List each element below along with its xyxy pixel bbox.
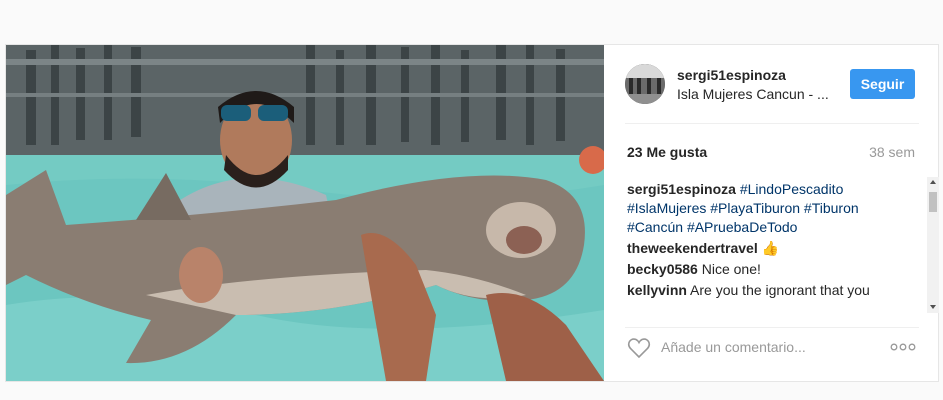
hashtag-link[interactable]: #APruebaDeTodo [687, 219, 798, 235]
scroll-down-arrow-icon[interactable] [930, 305, 936, 309]
comment-text: Are you the ignorant that you [690, 282, 870, 298]
comments-list: sergi51espinoza #LindoPescadito #IslaMuj… [627, 180, 917, 314]
hashtag-link[interactable]: #PlayaTiburon [710, 200, 800, 216]
scroll-thumb[interactable] [929, 192, 937, 212]
add-comment-input[interactable] [661, 339, 861, 355]
comment-username[interactable]: kellyvinn [627, 282, 687, 298]
shark-photo-illustration [6, 45, 604, 381]
comment-item: kellyvinn Are you the ignorant that you [627, 281, 917, 300]
comment-text: 👍 [761, 240, 780, 256]
divider [625, 327, 919, 328]
caption: sergi51espinoza #LindoPescadito #IslaMuj… [627, 180, 917, 237]
caption-username[interactable]: sergi51espinoza [627, 181, 736, 197]
post-age[interactable]: 38 sem [869, 144, 915, 160]
more-options-icon[interactable] [890, 343, 916, 351]
comments-scrollbar[interactable] [927, 177, 939, 313]
avatar-image [625, 64, 665, 104]
heart-icon[interactable] [627, 337, 651, 359]
likes-count[interactable]: 23 Me gusta [627, 144, 707, 160]
scroll-up-arrow-icon[interactable] [930, 180, 936, 184]
post-photo[interactable] [6, 45, 604, 381]
add-comment-row [605, 329, 939, 369]
comment-username[interactable]: becky0586 [627, 261, 698, 277]
comment-text: Nice one! [701, 261, 761, 277]
comment-item: becky0586 Nice one! [627, 260, 917, 279]
username-link[interactable]: sergi51espinoza [677, 67, 786, 83]
comment-username[interactable]: theweekendertravel [627, 240, 758, 256]
hashtag-link[interactable]: #Cancún [627, 219, 683, 235]
hashtag-link[interactable]: #IslaMujeres [627, 200, 706, 216]
hashtag-link[interactable]: #LindoPescadito [740, 181, 844, 197]
post-card: sergi51espinoza Isla Mujeres Cancun - ..… [5, 44, 939, 382]
divider [625, 123, 919, 124]
avatar[interactable] [625, 64, 665, 104]
post-side-panel: sergi51espinoza Isla Mujeres Cancun - ..… [605, 45, 939, 381]
hashtag-link[interactable]: #Tiburon [804, 200, 859, 216]
location-link[interactable]: Isla Mujeres Cancun - ... [677, 86, 829, 102]
post-header: sergi51espinoza Isla Mujeres Cancun - ..… [605, 45, 939, 123]
comment-item: theweekendertravel 👍 [627, 239, 917, 258]
follow-button[interactable]: Seguir [850, 69, 915, 99]
